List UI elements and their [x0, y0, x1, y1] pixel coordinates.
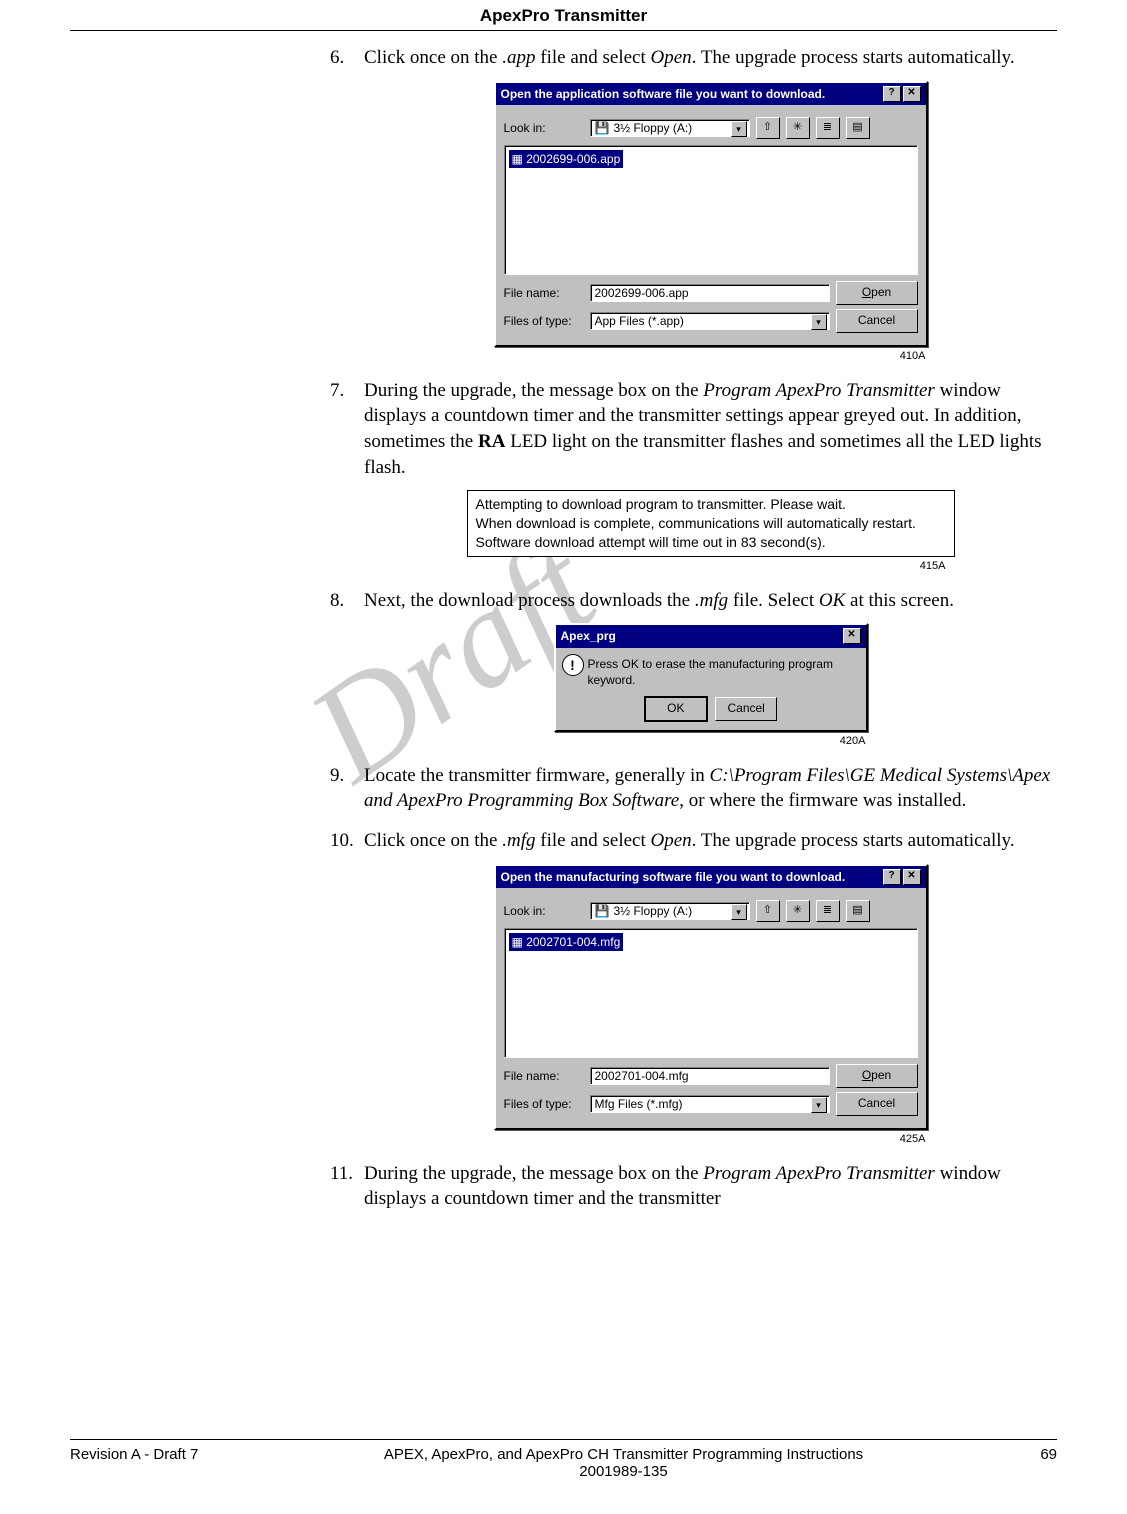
new-folder-icon[interactable]: ✳	[786, 900, 810, 922]
floppy-icon: 💾	[595, 903, 610, 919]
dialog-title: Open the manufacturing software file you…	[501, 869, 881, 885]
open-mfg-dialog: Open the manufacturing software file you…	[494, 864, 928, 1130]
help-button[interactable]: ?	[883, 86, 901, 102]
status-line: Software download attempt will time out …	[476, 533, 946, 552]
step-8: 8. Next, the download process downloads …	[330, 588, 1057, 749]
footer-revision: Revision A - Draft 7	[70, 1446, 270, 1480]
figure-caption: 425A	[496, 1132, 926, 1147]
page-footer: Revision A - Draft 7 APEX, ApexPro, and …	[70, 1439, 1057, 1480]
details-view-icon[interactable]: ▤	[846, 900, 870, 922]
figure-caption: 410A	[496, 349, 926, 364]
step-text: Click once on the .mfg file and select O…	[364, 830, 1015, 851]
cancel-button[interactable]: Cancel	[715, 697, 777, 721]
filetype-combo[interactable]: Mfg Files (*.mfg)	[590, 1095, 830, 1113]
open-app-dialog: Open the application software file you w…	[494, 81, 928, 347]
step-number: 7.	[330, 378, 344, 404]
list-view-icon[interactable]: ≣	[816, 900, 840, 922]
msgbox-text: Press OK to erase the manufacturing prog…	[556, 648, 866, 692]
status-line: Attempting to download program to transm…	[476, 495, 946, 514]
step-text: During the upgrade, the message box on t…	[364, 1163, 1001, 1210]
open-button[interactable]: Open	[836, 281, 918, 305]
open-button[interactable]: Open	[836, 1064, 918, 1088]
new-folder-icon[interactable]: ✳	[786, 117, 810, 139]
step-number: 10.	[330, 828, 354, 854]
step-11: 11. During the upgrade, the message box …	[330, 1161, 1057, 1212]
filename-label: File name:	[504, 285, 584, 301]
page-header: ApexPro Transmitter	[70, 0, 1057, 31]
filetype-label: Files of type:	[504, 313, 584, 329]
file-list[interactable]: ▦ 2002699-006.app	[504, 145, 918, 275]
apex-prg-msgbox: Apex_prg ✕ Press OK to erase the manufac…	[554, 623, 868, 732]
step-10: 10. Click once on the .mfg file and sele…	[330, 828, 1057, 1147]
list-view-icon[interactable]: ≣	[816, 117, 840, 139]
file-list[interactable]: ▦ 2002701-004.mfg	[504, 928, 918, 1058]
lookin-combo[interactable]: 💾 3½ Floppy (A:)	[590, 119, 750, 137]
footer-title: APEX, ApexPro, and ApexPro CH Transmitte…	[270, 1446, 977, 1480]
status-line: When download is complete, communication…	[476, 514, 946, 533]
step-number: 8.	[330, 588, 344, 614]
up-folder-icon[interactable]: ⇧	[756, 900, 780, 922]
dialog-titlebar: Open the manufacturing software file you…	[496, 866, 926, 888]
dialog-titlebar: Open the application software file you w…	[496, 83, 926, 105]
step-text: Locate the transmitter firmware, general…	[364, 765, 1050, 812]
file-item[interactable]: ▦ 2002701-004.mfg	[509, 933, 624, 951]
step-text: Next, the download process downloads the…	[364, 590, 954, 611]
close-button[interactable]: ✕	[903, 869, 921, 885]
figure-caption: 420A	[556, 734, 866, 749]
ok-button[interactable]: OK	[644, 696, 708, 722]
step-text: During the upgrade, the message box on t…	[364, 380, 1042, 478]
cancel-button[interactable]: Cancel	[836, 1092, 918, 1116]
lookin-label: Look in:	[504, 903, 584, 919]
step-text: Click once on the .app file and select O…	[364, 47, 1015, 68]
lookin-combo[interactable]: 💾 3½ Floppy (A:)	[590, 902, 750, 920]
download-status-box: Attempting to download program to transm…	[467, 490, 955, 557]
step-6: 6. Click once on the .app file and selec…	[330, 45, 1057, 364]
filetype-combo[interactable]: App Files (*.app)	[590, 312, 830, 330]
lookin-label: Look in:	[504, 120, 584, 136]
filename-label: File name:	[504, 1068, 584, 1084]
file-item[interactable]: ▦ 2002699-006.app	[509, 150, 624, 168]
file-icon: ▦	[512, 152, 523, 166]
filename-input[interactable]: 2002699-006.app	[590, 284, 830, 302]
up-folder-icon[interactable]: ⇧	[756, 117, 780, 139]
dialog-titlebar: Apex_prg ✕	[556, 625, 866, 647]
close-button[interactable]: ✕	[903, 86, 921, 102]
step-number: 6.	[330, 45, 344, 71]
step-7: 7. During the upgrade, the message box o…	[330, 378, 1057, 574]
floppy-icon: 💾	[595, 120, 610, 136]
footer-page-number: 69	[977, 1446, 1057, 1480]
step-number: 11.	[330, 1161, 353, 1187]
filename-input[interactable]: 2002701-004.mfg	[590, 1067, 830, 1085]
cancel-button[interactable]: Cancel	[836, 309, 918, 333]
help-button[interactable]: ?	[883, 869, 901, 885]
filetype-label: Files of type:	[504, 1096, 584, 1112]
step-9: 9. Locate the transmitter firmware, gene…	[330, 763, 1057, 814]
step-number: 9.	[330, 763, 344, 789]
figure-caption: 415A	[476, 559, 946, 574]
dialog-title: Apex_prg	[561, 628, 841, 644]
close-button[interactable]: ✕	[843, 628, 861, 644]
details-view-icon[interactable]: ▤	[846, 117, 870, 139]
dialog-title: Open the application software file you w…	[501, 86, 881, 102]
file-icon: ▦	[512, 935, 523, 949]
